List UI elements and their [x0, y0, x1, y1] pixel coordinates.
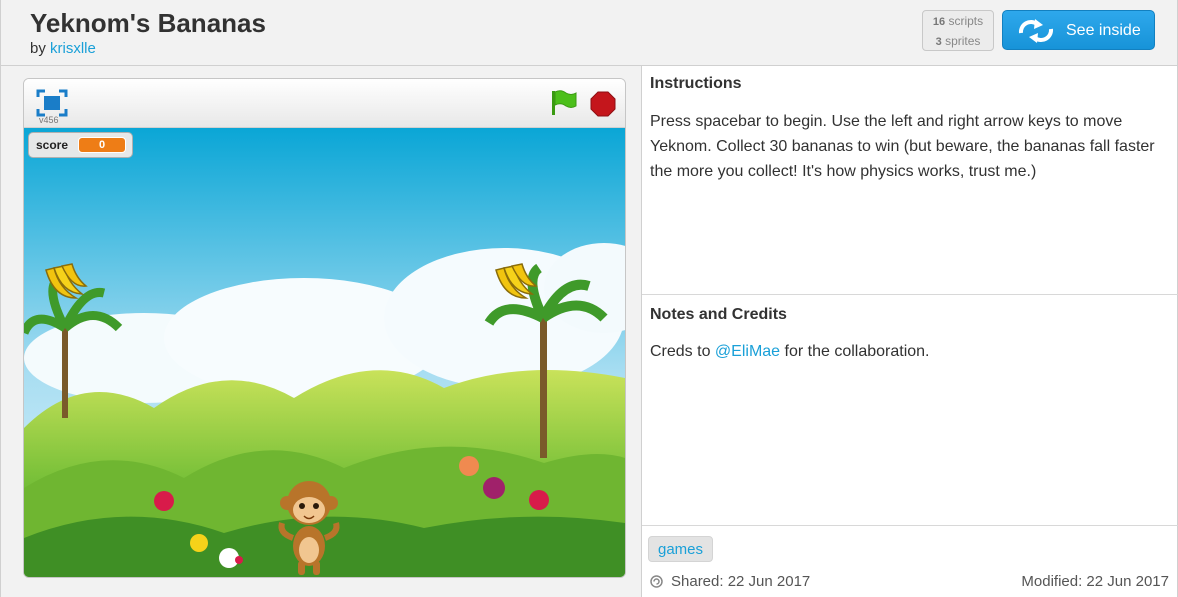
- player-version: v456: [39, 115, 59, 125]
- divider: [642, 525, 1178, 526]
- by-prefix: by: [30, 40, 46, 57]
- scratch-player: v456 score 0: [23, 78, 626, 578]
- stage[interactable]: score 0: [24, 128, 625, 577]
- tag-games[interactable]: games: [648, 536, 714, 562]
- see-inside-arrows-icon: [1018, 19, 1054, 43]
- mention-link[interactable]: @EliMae: [715, 343, 780, 360]
- project-title: Yeknom's Bananas: [30, 8, 266, 38]
- fullscreen-icon[interactable]: [36, 89, 68, 117]
- shared-text: Shared: 22 Jun 2017: [671, 573, 811, 590]
- instructions-text: Press spacebar to begin. Use the left an…: [650, 113, 1155, 180]
- see-inside-label: See inside: [1066, 22, 1141, 39]
- score-monitor: score 0: [28, 132, 134, 158]
- score-label: score: [36, 138, 69, 152]
- stop-icon[interactable]: [590, 91, 616, 117]
- score-value: 0: [78, 137, 127, 153]
- notes-heading: Notes and Credits: [650, 306, 787, 323]
- project-info-panel: Instructions Press spacebar to begin. Us…: [642, 66, 1178, 597]
- author-link[interactable]: krisxlle: [50, 40, 96, 57]
- sprites-count: 3: [935, 36, 942, 48]
- notes-prefix: Creds to: [650, 343, 715, 360]
- project-header: Yeknom's Bananas by krisxlle 16 scripts …: [0, 0, 1178, 66]
- stage-backdrop: [24, 128, 625, 577]
- player-controls-bar: v456: [24, 79, 625, 128]
- green-flag-icon[interactable]: [549, 89, 577, 117]
- see-inside-button[interactable]: See inside: [1002, 10, 1155, 50]
- byline: by krisxlle: [30, 40, 96, 57]
- scripts-label: scripts: [948, 14, 984, 28]
- notes-suffix: for the collaboration.: [780, 343, 930, 360]
- divider: [642, 294, 1178, 295]
- instructions-heading: Instructions: [650, 75, 742, 92]
- sprites-label: sprites: [945, 34, 981, 48]
- share-icon: [650, 575, 663, 588]
- project-stats: 16 scripts 3 sprites: [922, 10, 994, 51]
- scripts-count: 16: [932, 16, 946, 28]
- modified-date: Modified: 22 Jun 2017: [1021, 573, 1169, 590]
- shared-date: Shared: 22 Jun 2017: [650, 573, 810, 590]
- notes-text: Creds to @EliMae for the collaboration.: [650, 339, 1160, 364]
- player-container: v456 score 0: [0, 66, 642, 597]
